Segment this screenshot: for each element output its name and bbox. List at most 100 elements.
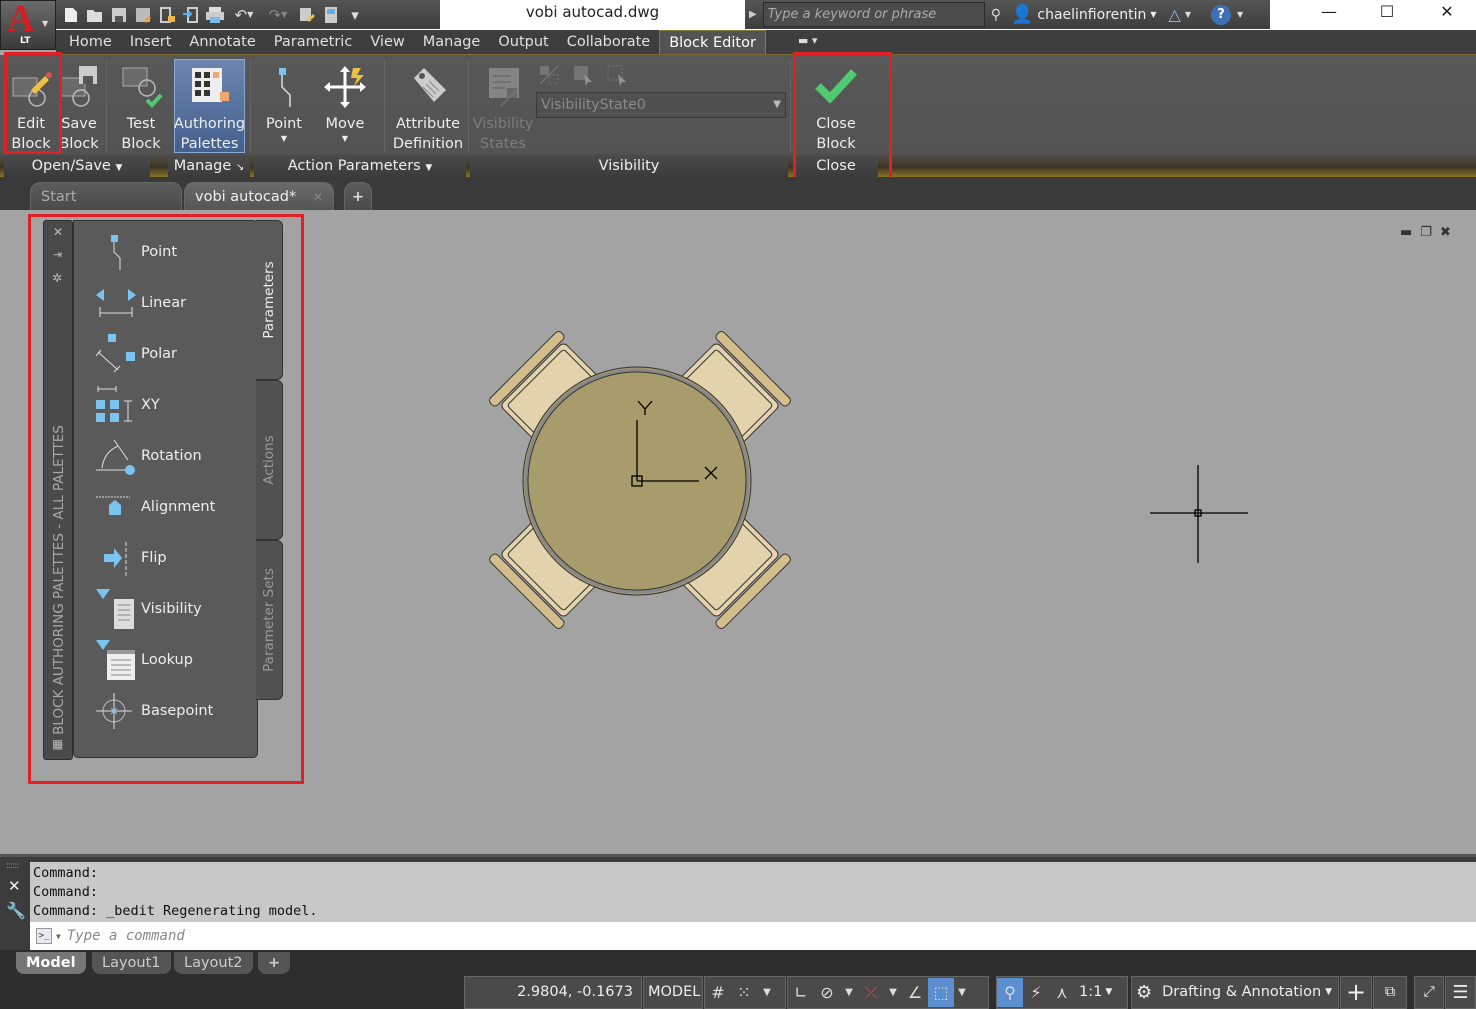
palette-item-polar[interactable]: Polar (94, 332, 177, 376)
group-manage[interactable]: Manage ↘ (168, 155, 250, 177)
share-icon[interactable] (180, 4, 202, 26)
expand-arrow-icon[interactable]: ▶ (749, 9, 757, 20)
group-action-parameters[interactable]: Action Parameters ▼ (254, 155, 466, 177)
object-snap-tracking-icon[interactable]: ⤫ (858, 978, 884, 1007)
save-as-icon[interactable] (132, 4, 154, 26)
tab-parametric[interactable]: Parametric (265, 30, 362, 54)
chevron-down-icon[interactable]: ▼ (954, 978, 970, 1007)
help-icon[interactable]: ? (1211, 4, 1232, 25)
model-space-toggle[interactable]: MODEL (643, 976, 703, 1009)
annotation-scale-value[interactable]: 1:1 (1079, 977, 1102, 1008)
make-visible-icon[interactable] (572, 64, 594, 86)
palette-tab-parameters[interactable]: Parameters (256, 220, 283, 380)
palette-tab-parameter-sets[interactable]: Parameter Sets (256, 540, 283, 700)
tab-manage[interactable]: Manage (414, 30, 490, 54)
close-command-line-icon[interactable]: ✕ (8, 877, 21, 895)
save-block-button[interactable]: Save Block (58, 58, 100, 154)
polar-tracking-icon[interactable]: ⊘ (814, 978, 840, 1007)
plus-icon[interactable]: + (1340, 976, 1372, 1009)
fullscreen-icon[interactable]: ⤢ (1414, 976, 1444, 1009)
close-window-button[interactable]: ✕ (1418, 0, 1476, 29)
layout-tab-layout2[interactable]: Layout2 (174, 952, 253, 974)
autodesk-a360-icon[interactable]: △ (1169, 5, 1181, 24)
open-from-mobile-icon[interactable] (156, 4, 178, 26)
minimize-button[interactable]: — (1300, 0, 1358, 29)
layout-tab-model[interactable]: Model (16, 952, 86, 974)
new-icon[interactable] (60, 4, 82, 26)
tab-home[interactable]: Home (60, 30, 121, 54)
new-layout-button[interactable]: + (258, 952, 291, 974)
application-menu-button[interactable]: A ▼ LT (0, 0, 56, 50)
ribbon-minimize-toggle[interactable]: ▬ ▾ (798, 30, 817, 54)
palette-item-visibility[interactable]: Visibility (94, 587, 202, 631)
palette-item-alignment[interactable]: Alignment (94, 485, 215, 529)
palette-item-point[interactable]: Point (94, 230, 177, 274)
palette-close-icon[interactable]: ✕ (53, 225, 63, 239)
tab-annotate[interactable]: Annotate (180, 30, 264, 54)
make-invisible-icon[interactable] (606, 64, 628, 86)
auto-scale-icon[interactable]: ⚡ (1023, 978, 1049, 1007)
binoculars-icon[interactable]: ⚲ (991, 7, 1001, 23)
match-properties-icon[interactable] (296, 4, 318, 26)
group-open-save[interactable]: Open/Save ▼ (4, 155, 150, 177)
palette-item-lookup[interactable]: Lookup (94, 638, 193, 682)
user-account-menu[interactable]: 👤 chaelinfiorentin ▼ (1011, 4, 1157, 25)
tab-view[interactable]: View (361, 30, 413, 54)
close-tab-icon[interactable]: ✕ (313, 183, 323, 211)
grid-icon[interactable]: # (705, 978, 731, 1007)
save-icon[interactable] (108, 4, 130, 26)
viewport-minimize-icon[interactable]: ▬ (1400, 225, 1412, 240)
keyword-search-input[interactable]: Type a keyword or phrase (762, 2, 985, 27)
attribute-definition-button[interactable]: Attribute Definition (393, 58, 463, 154)
block-drawing[interactable] (480, 325, 800, 635)
palette-grid-icon[interactable]: ▦ (52, 737, 63, 751)
palette-item-basepoint[interactable]: Basepoint (94, 689, 213, 733)
customize-qat-icon[interactable]: ▾ (344, 4, 366, 26)
ortho-icon[interactable]: ∟ (788, 978, 814, 1007)
palette-autohide-icon[interactable]: ⇥ (53, 248, 62, 261)
tab-block-editor[interactable]: Block Editor (659, 30, 766, 54)
undo-icon[interactable]: ↶ ▼ (228, 4, 260, 26)
selection-cycling-icon[interactable]: ⬚ (928, 978, 954, 1007)
tab-insert[interactable]: Insert (121, 30, 181, 54)
tab-collaborate[interactable]: Collaborate (558, 30, 659, 54)
customization-menu-icon[interactable]: ☰ (1445, 976, 1476, 1009)
coordinates-readout[interactable]: 2.9804, -0.1673 (464, 976, 642, 1009)
palette-item-flip[interactable]: Flip (94, 536, 167, 580)
snap-icon[interactable]: ⁙ (731, 978, 757, 1007)
open-icon[interactable] (84, 4, 106, 26)
tab-output[interactable]: Output (489, 30, 557, 54)
palette-item-rotation[interactable]: Rotation (94, 434, 202, 478)
customize-wrench-icon[interactable]: 🔧 (6, 901, 26, 920)
doc-tab-start[interactable]: Start (30, 182, 182, 210)
palette-tab-actions[interactable]: Actions (256, 380, 283, 540)
chevron-down-icon[interactable]: ▼ (757, 978, 777, 1007)
maximize-button[interactable]: ☐ (1358, 0, 1416, 29)
palette-item-linear[interactable]: Linear (94, 281, 186, 325)
visibility-state-dropdown[interactable]: VisibilityState0 ▼ (536, 92, 786, 118)
authoring-palettes-button[interactable]: Authoring Palettes (174, 58, 245, 154)
new-tab-button[interactable]: + (344, 182, 372, 210)
chevron-down-icon[interactable]: ▼ (884, 978, 902, 1007)
point-parameter-button[interactable]: Point ▼ (262, 58, 306, 144)
viewport-restore-icon[interactable]: ❐ (1420, 225, 1432, 240)
annotation-scale-icon[interactable]: ⋏ (1049, 978, 1075, 1007)
visibility-states-button[interactable]: Visibility States (473, 58, 533, 154)
palette-properties-icon[interactable]: ✲ (52, 271, 62, 285)
doc-tab-active[interactable]: vobi autocad* ✕ (184, 182, 334, 210)
viewport-close-icon[interactable]: ✖ (1440, 225, 1451, 240)
command-prompt-icon[interactable]: >_ (36, 928, 52, 944)
workspace-switcher[interactable]: ⚙ Drafting & Annotation ▼ (1131, 976, 1339, 1009)
move-action-button[interactable]: Move ▼ (320, 58, 370, 144)
test-block-button[interactable]: Test Block (116, 58, 166, 154)
isodraft-icon[interactable]: ∠ (902, 978, 928, 1007)
drag-grip-icon[interactable]: :::::: (6, 861, 19, 871)
isolate-objects-icon[interactable]: ⧉ (1373, 976, 1407, 1009)
plot-icon[interactable] (204, 4, 226, 26)
redo-icon[interactable]: ↷ ▼ (262, 4, 294, 26)
layout-tab-layout1[interactable]: Layout1 (92, 952, 171, 974)
command-input[interactable]: >_ ▼ Type a command (30, 922, 1476, 950)
palette-item-xy[interactable]: XY (94, 383, 160, 427)
chevron-down-icon[interactable]: ▼ (840, 978, 858, 1007)
annotation-visibility-icon[interactable]: ⚲ (997, 978, 1023, 1007)
